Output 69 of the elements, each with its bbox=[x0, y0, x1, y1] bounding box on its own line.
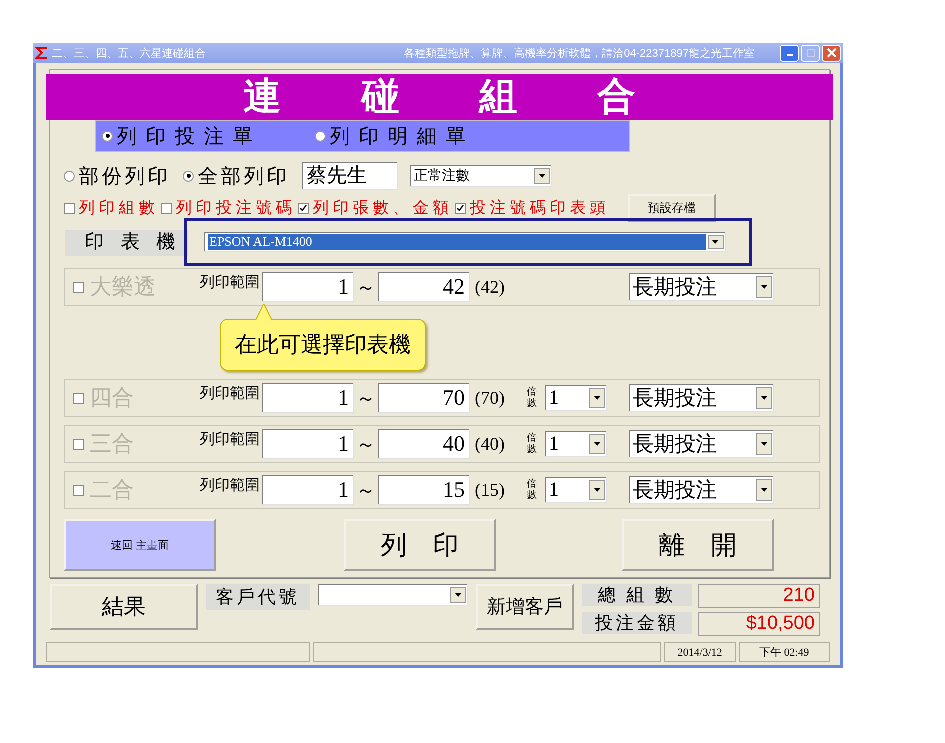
range-label: 列印範圍 bbox=[200, 384, 260, 403]
caret-icon bbox=[760, 488, 768, 492]
multiplier-label: 倍數 bbox=[527, 479, 537, 501]
range-label: 列印範圍 bbox=[200, 274, 260, 292]
callout: 在此可選擇印表機 bbox=[220, 319, 426, 371]
radio-label: 全部列印 bbox=[198, 164, 290, 190]
range-total: (15) bbox=[475, 480, 506, 500]
printer-dropdown[interactable]: EPSON AL-M1400 bbox=[204, 232, 726, 252]
maximize-button[interactable] bbox=[801, 44, 820, 62]
range-total: (70) bbox=[475, 388, 506, 408]
caret-icon bbox=[594, 488, 600, 492]
close-button[interactable] bbox=[822, 44, 841, 62]
multiplier-label: 倍數 bbox=[527, 433, 537, 455]
window-title: 二、三、四、五、六星連碰組合 bbox=[52, 46, 206, 60]
sigma-icon bbox=[35, 46, 49, 60]
customer-code-label: 客戶代號 bbox=[206, 584, 310, 610]
window-subtitle: 各種類型拖牌、算牌、高機率分析軟體，請洽04-22371897龍之光工作室 bbox=[404, 46, 755, 60]
range-total: (40) bbox=[475, 434, 506, 454]
exit-button[interactable]: 離 開 bbox=[622, 519, 774, 571]
checkbox-label: 列印投注號碼 bbox=[176, 198, 296, 218]
range-separator: ～ bbox=[356, 276, 376, 300]
add-customer-button[interactable]: 新增客戶 bbox=[476, 584, 574, 630]
checkbox-label: 投注號碼印表頭 bbox=[470, 198, 610, 218]
checkbox[interactable] bbox=[64, 202, 75, 214]
caret-icon bbox=[594, 396, 600, 400]
radio-button[interactable] bbox=[64, 170, 75, 182]
print-button[interactable]: 列 印 bbox=[344, 519, 496, 571]
radio-label: 列 印 投 注 單 bbox=[117, 124, 255, 150]
multiplier-label: 倍數 bbox=[527, 387, 537, 409]
caret-icon bbox=[454, 593, 462, 597]
caret-icon bbox=[760, 396, 768, 400]
bet-type-dropdown[interactable]: 正常注數 bbox=[410, 165, 552, 187]
range-separator: ～ bbox=[356, 386, 376, 412]
checkbox-label: 列印張數、金額 bbox=[313, 198, 453, 218]
caret-icon bbox=[712, 240, 719, 244]
range-total: (42) bbox=[475, 276, 506, 298]
customer-name-field[interactable]: 蔡先生 bbox=[302, 162, 398, 190]
caret-icon bbox=[760, 285, 768, 289]
caret-icon bbox=[538, 174, 546, 178]
callout-pointer bbox=[256, 304, 272, 320]
radio-button[interactable] bbox=[102, 130, 113, 142]
checkbox[interactable] bbox=[298, 202, 309, 214]
amount-value: $10,500 bbox=[698, 612, 820, 636]
range-separator: ～ bbox=[356, 478, 376, 504]
status-date: 2014/3/12 bbox=[664, 642, 736, 662]
maximize-icon bbox=[806, 49, 814, 57]
status-time: 下午 02:49 bbox=[738, 642, 830, 662]
range-separator: ～ bbox=[356, 432, 376, 458]
total-groups-label: 總 組 數 bbox=[582, 584, 692, 606]
total-groups-value: 210 bbox=[698, 584, 820, 608]
radio-button[interactable] bbox=[183, 170, 194, 182]
result-button[interactable]: 結果 bbox=[50, 584, 198, 630]
printer-label: 印 表 機 bbox=[65, 230, 188, 256]
checkbox[interactable] bbox=[161, 202, 172, 214]
checkbox-label: 列印組數 bbox=[79, 198, 159, 218]
radio-label: 部份列印 bbox=[79, 164, 171, 190]
amount-label: 投注金額 bbox=[582, 612, 692, 634]
radio-label: 列 印 明 細 單 bbox=[330, 124, 468, 150]
range-label: 列印範圍 bbox=[200, 430, 260, 449]
caret-icon bbox=[760, 442, 768, 446]
checkbox[interactable] bbox=[455, 202, 466, 214]
caret-icon bbox=[594, 442, 600, 446]
banner-title: 連碰組合 bbox=[46, 74, 833, 120]
back-to-main-button[interactable]: 速回 主畫面 bbox=[64, 519, 216, 571]
minimize-button[interactable] bbox=[780, 44, 799, 62]
close-icon bbox=[826, 48, 836, 58]
customer-code-dropdown[interactable] bbox=[318, 584, 468, 606]
radio-button[interactable] bbox=[315, 130, 326, 142]
range-label: 列印範圍 bbox=[200, 476, 260, 495]
